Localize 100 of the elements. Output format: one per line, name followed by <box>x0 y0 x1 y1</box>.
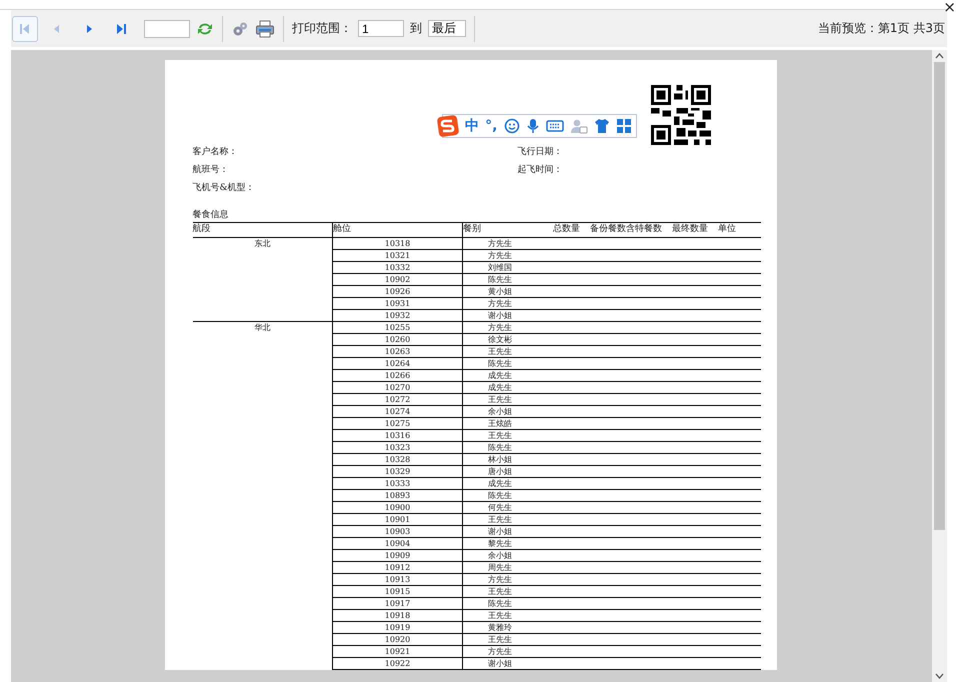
table-cell-text: 周先生 <box>487 562 513 573</box>
table-cell-text: 黎先生 <box>487 538 513 549</box>
print-range-label: 打印范围： <box>292 20 352 37</box>
table-cell-text: 成先生 <box>487 478 513 489</box>
table-cell-text: 方先生 <box>487 250 513 261</box>
table-cell: 10926 <box>384 287 410 296</box>
field-label: 起飞时间： <box>518 164 562 176</box>
column-header: 备份餐数含特餐数 <box>590 223 662 235</box>
table-cell-text: 王先生 <box>487 634 513 645</box>
table-cell: 10329 <box>384 467 410 476</box>
table-cell: 10904 <box>384 539 410 548</box>
table-cell: 10920 <box>384 635 410 644</box>
table-cell-text: 方先生 <box>487 298 513 309</box>
close-button[interactable]: × <box>943 0 956 15</box>
table-cell-text: 谢小姐 <box>487 310 513 321</box>
punctuation-toggle[interactable]: °, <box>485 118 498 134</box>
table-cell: 10900 <box>384 503 410 512</box>
table-cell-text: 陈先生 <box>487 358 513 369</box>
table-cell: 10333 <box>384 479 410 488</box>
table-cell: 10266 <box>384 371 410 380</box>
table-cell: 10323 <box>384 443 410 452</box>
table-cell: 10931 <box>384 299 410 308</box>
table-cell-text: 方先生 <box>487 646 513 657</box>
table-cell: 10919 <box>384 623 410 632</box>
table-cell-text: 谢小姐 <box>487 658 513 669</box>
table-cell-text: 成先生 <box>487 382 513 393</box>
smiley-icon[interactable] <box>504 118 520 134</box>
table-cell: 10918 <box>384 611 410 620</box>
table-cell: 10274 <box>384 407 410 416</box>
field-label: 飞机号&机型： <box>192 182 256 194</box>
table-cell-text: 黄小姐 <box>487 286 513 297</box>
range-to-label: 到 <box>410 20 422 37</box>
table-cell-text: 方先生 <box>487 238 513 249</box>
table-cell: 10318 <box>384 239 410 248</box>
range-to-field[interactable]: 最后 <box>428 20 466 37</box>
table-cell-text: 林小姐 <box>487 454 513 465</box>
table-cell-text: 王先生 <box>487 514 513 525</box>
table-cell: 10915 <box>384 587 410 596</box>
table-cell-text: 刘维国 <box>487 262 513 273</box>
range-from-field[interactable]: 1 <box>358 20 404 37</box>
table-cell: 10316 <box>384 431 410 440</box>
page-number-field[interactable] <box>144 20 190 38</box>
table-cell: 10893 <box>384 491 410 500</box>
table-cell-text: 陈先生 <box>487 442 513 453</box>
printer-icon[interactable] <box>255 20 275 38</box>
table-cell: 10921 <box>384 647 410 656</box>
table-cell-text: 谢小姐 <box>487 526 513 537</box>
table-cell-text: 陈先生 <box>487 490 513 501</box>
table-cell-text: 余小姐 <box>487 550 513 561</box>
scrollbar[interactable] <box>932 50 947 682</box>
table-cell: 10272 <box>384 395 410 404</box>
table-cell-text: 陈先生 <box>487 274 513 285</box>
grid-icon[interactable] <box>616 118 632 134</box>
field-label: 飞行日期： <box>518 146 562 158</box>
table-cell-text: 陈先生 <box>487 598 513 609</box>
column-header: 餐别 <box>463 223 482 235</box>
table-cell: 10912 <box>384 563 410 572</box>
table-cell: 10901 <box>384 515 410 524</box>
table-cell-text: 方先生 <box>487 574 513 585</box>
table-cell: 10903 <box>384 527 410 536</box>
table-cell: 10913 <box>384 575 410 584</box>
table-cell-text: 王先生 <box>487 346 513 357</box>
table-cell: 10275 <box>384 419 410 428</box>
table-cell-text: 余小姐 <box>487 406 513 417</box>
microphone-icon[interactable] <box>526 118 540 134</box>
table-cell: 10260 <box>384 335 410 344</box>
table-cell: 10270 <box>384 383 410 392</box>
table-cell: 10922 <box>384 659 410 668</box>
table-cell: 10917 <box>384 599 410 608</box>
table-cell: 10902 <box>384 275 410 284</box>
table-cell-text: 黄雅玲 <box>487 622 513 633</box>
table-cell: 华北 <box>254 323 270 332</box>
table-cell-text: 何先生 <box>487 502 513 513</box>
column-header: 单位 <box>718 223 736 235</box>
shirt-icon[interactable] <box>594 118 610 134</box>
bar-triangle-icon <box>18 22 32 36</box>
keyboard-icon[interactable] <box>546 119 564 133</box>
table-cell: 10321 <box>384 251 410 260</box>
table-cell: 10263 <box>384 347 410 356</box>
table-cell-text: 王炫皓 <box>487 418 513 429</box>
column-header: 最终数量 <box>672 223 708 235</box>
table-cell: 东北 <box>254 239 270 248</box>
bar-triangle-icon <box>114 22 128 36</box>
column-header: 总数量 <box>553 223 580 235</box>
table-cell: 10909 <box>384 551 410 560</box>
input-mode-toggle[interactable]: 中 <box>465 118 480 134</box>
column-header: 舱位 <box>332 222 462 238</box>
table-cell-text: 方先生 <box>487 322 513 333</box>
table-cell-text: 唐小姐 <box>487 466 513 477</box>
table-cell-text: 王先生 <box>487 430 513 441</box>
table-cell: 10932 <box>384 311 410 320</box>
table-cell-text: 徐文彬 <box>487 334 513 345</box>
section-title: 餐食信息 <box>192 209 230 221</box>
table-cell-text: 成先生 <box>487 370 513 381</box>
user-icon[interactable] <box>570 118 588 134</box>
table-cell-text: 王先生 <box>487 586 513 597</box>
table-cell: 10328 <box>384 455 410 464</box>
refresh-icon[interactable] <box>196 20 214 36</box>
page-status: 当前预览：第1页 共3页 <box>818 20 946 37</box>
table-cell-text: 王先生 <box>487 394 513 405</box>
